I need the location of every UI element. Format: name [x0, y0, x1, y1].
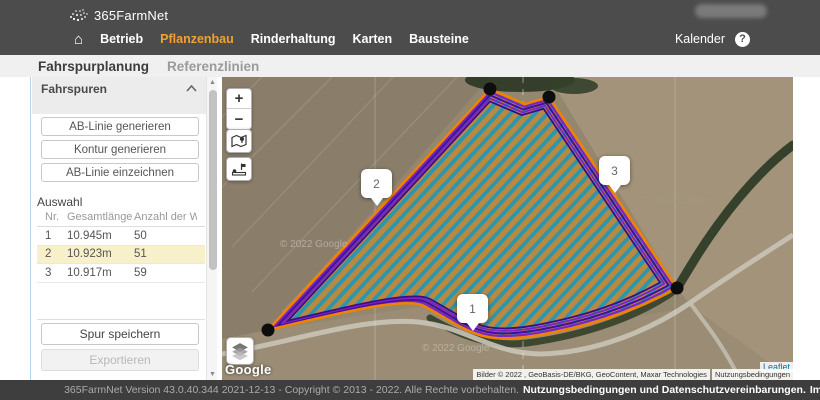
nav-betrieb[interactable]: Betrieb: [100, 32, 143, 46]
nav-bausteine[interactable]: Bausteine: [409, 32, 469, 46]
cell-length: 10.917m: [67, 267, 134, 279]
col-nr: Nr.: [37, 211, 67, 223]
nav-rinderhaltung[interactable]: Rinderhaltung: [251, 32, 336, 46]
track-marker-3[interactable]: 3: [599, 156, 630, 185]
nutzungsbedingungen-link[interactable]: Nutzungsbedingungen: [715, 370, 790, 379]
scroll-down-arrow[interactable]: ▼: [207, 369, 218, 380]
zoom-control: + −: [226, 88, 252, 130]
table-row[interactable]: 1 10.945m 50: [37, 227, 205, 246]
fahrspuren-panel: Fahrspuren AB-Linie generieren Kontur ge…: [30, 77, 217, 380]
kalender-link[interactable]: Kalender: [675, 32, 725, 46]
help-icon[interactable]: ?: [735, 32, 750, 47]
google-watermark: Google: [225, 362, 272, 377]
trees-top-2: [550, 78, 598, 94]
table-row-selected[interactable]: 2 10.923m 51: [37, 246, 205, 265]
panel-title: Fahrspuren: [41, 82, 107, 96]
header-right-tools: Kalender ?: [675, 27, 750, 51]
exportieren-button-disabled: Exportieren: [41, 349, 199, 371]
cell-nr: 3: [37, 267, 67, 279]
cell-count: 51: [134, 248, 197, 260]
scroll-thumb[interactable]: [209, 90, 217, 270]
version-text: 365FarmNet Version 43.0.40.344 2021-12-1…: [64, 384, 519, 396]
col-gesamtlaenge: Gesamtlänge (...: [67, 211, 134, 223]
logo-text: 365FarmNet: [94, 8, 168, 23]
locate-field-button[interactable]: [226, 129, 252, 153]
cell-length: 10.923m: [67, 248, 134, 260]
nav-karten[interactable]: Karten: [352, 32, 392, 46]
vertex-handle[interactable]: [484, 83, 497, 96]
imagery-attribution: Bilder © 2022 , GeoBasis-DE/BKG, GeoCont…: [473, 369, 710, 380]
tile-watermark: © 2022 Google: [642, 195, 710, 206]
impressum-link[interactable]: Impressum: [810, 384, 820, 396]
satellite-base: © 2022 Google © 2022 Google © 2022 Googl…: [222, 77, 793, 380]
track-marker-1[interactable]: 1: [457, 294, 488, 323]
track-marker-2[interactable]: 2: [361, 169, 392, 198]
waypoint-flag-icon: [231, 162, 247, 176]
map-attribution-bar: Bilder © 2022 , GeoBasis-DE/BKG, GeoCont…: [473, 369, 793, 380]
user-account-redacted[interactable]: [695, 4, 767, 18]
sub-tabbar: Fahrspurplanung Referenzlinien: [0, 55, 820, 77]
logo-dots-icon: [68, 7, 90, 23]
nav-pflanzenbau[interactable]: Pflanzenbau: [160, 32, 234, 46]
vertex-handle[interactable]: [543, 91, 556, 104]
spur-speichern-button[interactable]: Spur speichern: [41, 323, 199, 345]
tile-watermark: © 2022 Google: [422, 343, 490, 354]
selection-label: Auswahl: [37, 195, 82, 209]
map-canvas[interactable]: © 2022 Google © 2022 Google © 2022 Googl…: [222, 77, 793, 380]
map-pin-icon: [231, 134, 247, 148]
layers-button[interactable]: [226, 337, 254, 365]
main-nav: ⌂ Betrieb Pflanzenbau Rinderhaltung Kart…: [74, 27, 469, 51]
app-header: 365FarmNet ⌂ Betrieb Pflanzenbau Rinderh…: [0, 0, 820, 55]
chevron-up-icon[interactable]: [186, 85, 197, 92]
cell-count: 59: [134, 267, 197, 279]
cell-nr: 2: [37, 248, 67, 260]
table-row[interactable]: 3 10.917m 59: [37, 264, 205, 283]
tab-fahrspurplanung[interactable]: Fahrspurplanung: [38, 59, 149, 74]
col-anzahl: Anzahl der We...: [134, 211, 197, 223]
panel-header[interactable]: Fahrspuren: [32, 77, 207, 114]
tab-referenzlinien[interactable]: Referenzlinien: [167, 59, 259, 74]
scroll-up-arrow[interactable]: ▲: [207, 77, 218, 88]
cell-length: 10.945m: [67, 230, 134, 242]
tile-watermark: © 2022 Google: [280, 239, 348, 250]
layers-icon: [230, 341, 250, 361]
table-header-row: Nr. Gesamtlänge (... Anzahl der We...: [37, 208, 205, 227]
vertex-handle[interactable]: [262, 324, 275, 337]
ab-linie-generieren-button[interactable]: AB-Linie generieren: [41, 117, 199, 136]
home-icon[interactable]: ⌂: [74, 32, 83, 47]
cell-count: 50: [134, 230, 197, 242]
table-empty-area: [37, 287, 205, 320]
zoom-in-button[interactable]: +: [227, 89, 251, 109]
app-logo: 365FarmNet: [68, 6, 168, 24]
waypoint-tool-button[interactable]: [226, 157, 252, 181]
ab-linie-einzeichnen-button[interactable]: AB-Linie einzeichnen: [41, 163, 199, 182]
app-footer: 365FarmNet Version 43.0.40.344 2021-12-1…: [0, 380, 820, 400]
terms-link[interactable]: Nutzungsbedingungen und Datenschutzverei…: [523, 384, 806, 396]
zoom-out-button[interactable]: −: [227, 109, 251, 129]
sidebar-scrollbar[interactable]: ▲ ▼: [206, 77, 217, 380]
tracks-table: Nr. Gesamtlänge (... Anzahl der We... 1 …: [37, 208, 205, 283]
cell-nr: 1: [37, 230, 67, 242]
right-gutter: [793, 77, 820, 380]
kontur-generieren-button[interactable]: Kontur generieren: [41, 140, 199, 159]
vertex-handle[interactable]: [671, 282, 684, 295]
